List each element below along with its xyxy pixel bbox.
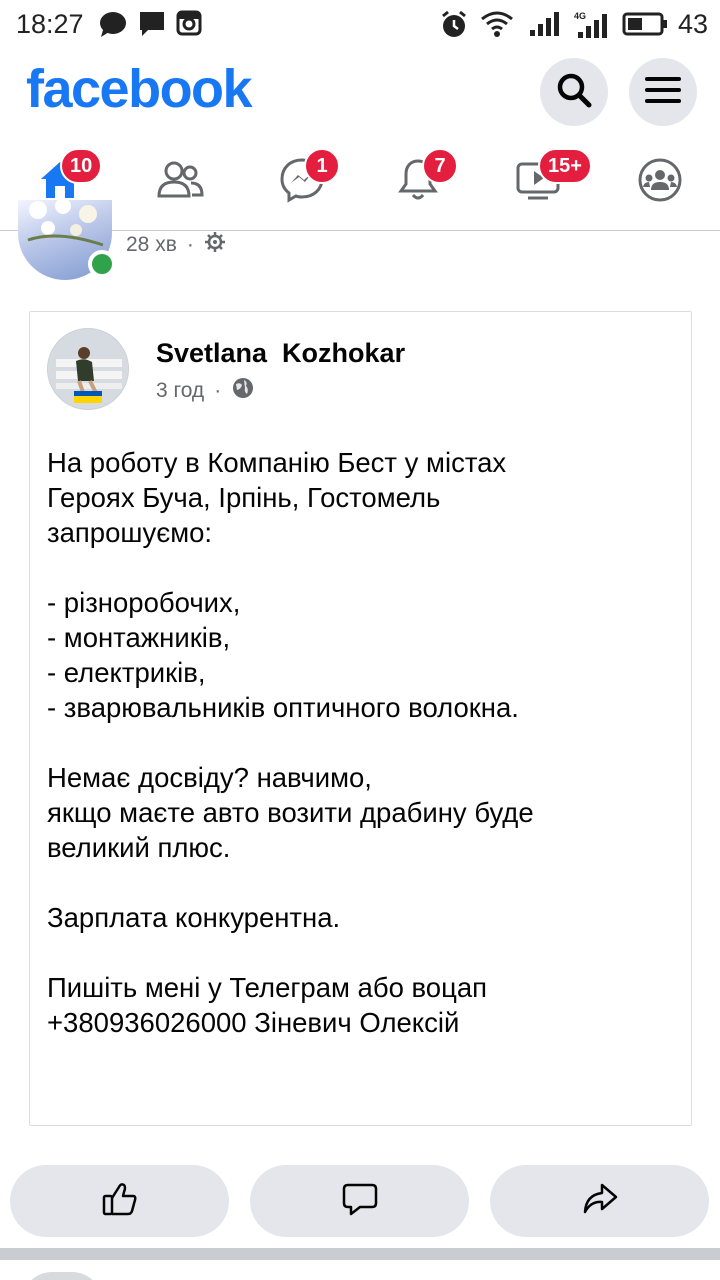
- wifi-icon: [480, 10, 514, 43]
- post-line: якщо маєте авто возити драбину буде: [47, 797, 534, 828]
- post-line: Героях Буча, Ірпінь, Гостомель: [47, 482, 441, 513]
- post-line[interactable]: +380936026000 Зіневич Олексій: [47, 1005, 682, 1040]
- post-line: великий плюс.: [47, 832, 231, 863]
- facebook-logo[interactable]: facebook: [26, 58, 253, 120]
- tab-messenger[interactable]: 1: [252, 140, 352, 224]
- gear-icon: [204, 231, 226, 259]
- alarm-icon: [440, 10, 468, 45]
- comment-button[interactable]: [250, 1165, 469, 1237]
- prev-post-time[interactable]: 28 хв: [126, 233, 177, 257]
- meta-separator: ·: [214, 379, 222, 402]
- shared-post-card[interactable]: Svetlana Kozhokar 3 год · На роботу в Ко…: [29, 311, 692, 1126]
- post-line: Зарплата конкурентна.: [47, 902, 341, 933]
- comment-icon: [340, 1179, 380, 1224]
- post-line: Немає досвіду? навчимо,: [47, 762, 372, 793]
- status-time: 18:27: [16, 9, 84, 39]
- post-line: Пишіть мені у Телеграм або воцап: [47, 972, 488, 1003]
- post-time[interactable]: 3 год: [156, 379, 204, 403]
- instagram-icon: [176, 10, 202, 41]
- post-line: - зварювальників оптичного волокна.: [47, 692, 519, 723]
- chat-bubble-icon: [98, 10, 128, 43]
- friends-icon: [155, 158, 205, 207]
- feed-separator: [0, 1248, 720, 1260]
- search-icon: [554, 70, 594, 115]
- author-avatar[interactable]: [47, 328, 129, 410]
- meta-separator: ·: [186, 233, 194, 256]
- signal-icon: [528, 10, 564, 43]
- groups-icon: [636, 156, 684, 209]
- globe-icon: [231, 376, 255, 406]
- messenger-badge: 1: [304, 148, 340, 184]
- svg-text:4G: 4G: [574, 11, 586, 21]
- like-button[interactable]: [10, 1165, 229, 1237]
- home-badge: 10: [60, 148, 103, 184]
- battery-icon: [622, 12, 668, 41]
- post-meta: 3 год ·: [156, 376, 255, 406]
- like-icon: [100, 1179, 140, 1224]
- share-icon: [580, 1179, 620, 1224]
- menu-button[interactable]: [629, 58, 697, 126]
- post-line: - різноробочих,: [47, 587, 241, 618]
- post-body: На роботу в Компанію Бест у містах Героя…: [47, 445, 682, 1040]
- post-line: На роботу в Компанію Бест у містах: [47, 447, 507, 478]
- tab-watch[interactable]: 15+: [488, 140, 592, 224]
- tab-notifications[interactable]: 7: [368, 140, 468, 224]
- online-status-dot: [88, 250, 116, 278]
- watch-badge: 15+: [538, 148, 592, 184]
- next-post-avatar[interactable]: [22, 1272, 102, 1280]
- menu-icon: [644, 74, 682, 111]
- post-line: - електриків,: [47, 657, 206, 688]
- share-button[interactable]: [490, 1165, 709, 1237]
- status-bar: 18:27 4G 43: [0, 0, 720, 50]
- tab-friends[interactable]: [130, 140, 230, 224]
- battery-level: 43: [677, 9, 708, 39]
- search-button[interactable]: [540, 58, 608, 126]
- tab-groups[interactable]: [610, 140, 710, 224]
- prev-post-meta: 28 хв ·: [126, 231, 226, 259]
- post-line: - монтажників,: [47, 622, 231, 653]
- post-line: запрошуємо:: [47, 517, 213, 548]
- message-icon: [138, 10, 166, 43]
- post-author-name[interactable]: Svetlana Kozhokar: [156, 338, 405, 369]
- notifications-badge: 7: [422, 148, 458, 184]
- signal-4g-icon: 4G: [574, 10, 614, 45]
